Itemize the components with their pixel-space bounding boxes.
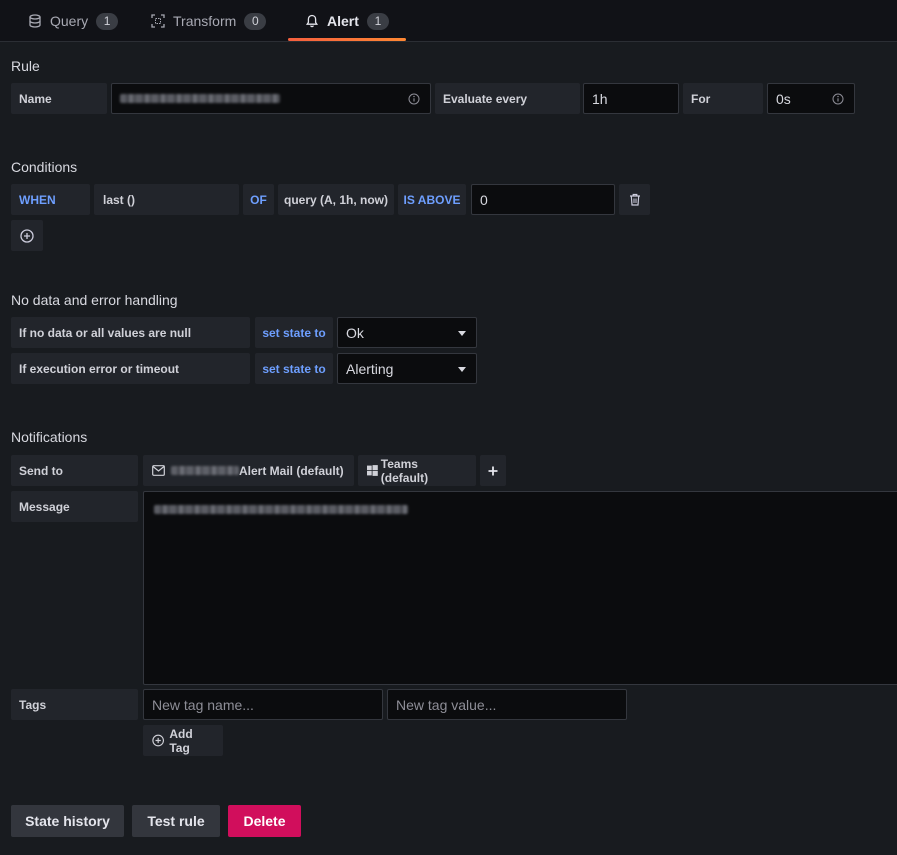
notifications-section-title: Notifications	[11, 429, 88, 445]
condition-reducer[interactable]: last ()	[94, 184, 239, 215]
bell-icon	[305, 14, 319, 28]
windows-icon	[367, 465, 378, 476]
delete-condition-button[interactable]	[619, 184, 650, 215]
mail-icon	[152, 465, 165, 476]
delete-button[interactable]: Delete	[228, 805, 301, 837]
exec-error-state-select[interactable]: Alerting	[337, 353, 477, 384]
plus-icon	[488, 466, 498, 475]
send-to-label: Send to	[11, 455, 138, 486]
tab-alert-label: Alert	[327, 13, 359, 29]
state-history-button[interactable]: State history	[11, 805, 124, 837]
redacted-rule-name	[120, 94, 280, 103]
tab-query-count: 1	[96, 12, 119, 30]
condition-of-keyword: OF	[243, 184, 274, 215]
for-input[interactable]: 0s	[767, 83, 855, 114]
evaluate-every-input[interactable]: 1h	[583, 83, 679, 114]
plus-circle-icon	[20, 228, 34, 243]
no-data-label: If no data or all values are null	[11, 317, 250, 348]
add-channel-button[interactable]	[480, 455, 506, 486]
conditions-section-title: Conditions	[11, 159, 78, 175]
active-tab-indicator	[288, 38, 406, 41]
condition-threshold-input[interactable]: 0	[471, 184, 615, 215]
plus-circle-icon	[152, 734, 165, 747]
redacted-channel-name	[171, 466, 239, 475]
tab-transform-label: Transform	[173, 13, 237, 29]
channel-teams[interactable]: Teams (default)	[358, 455, 476, 486]
database-icon	[28, 14, 42, 28]
rule-name-input[interactable]	[111, 83, 431, 114]
add-tag-button[interactable]: Add Tag	[143, 725, 223, 756]
test-rule-button[interactable]: Test rule	[132, 805, 220, 837]
channel-alert-mail[interactable]: Alert Mail (default)	[143, 455, 354, 486]
tag-value-input[interactable]: New tag value...	[387, 689, 627, 720]
tab-query[interactable]: Query 1	[28, 0, 119, 42]
exec-error-action: set state to	[255, 353, 333, 384]
redacted-message-text	[154, 505, 408, 514]
condition-query[interactable]: query (A, 1h, now)	[278, 184, 394, 215]
channel-alert-mail-label: Alert Mail (default)	[239, 463, 344, 478]
add-tag-label: Add Tag	[169, 726, 193, 755]
tab-alert[interactable]: Alert 1	[305, 0, 389, 42]
message-label: Message	[11, 491, 138, 522]
channel-teams-label: Teams (default)	[380, 456, 429, 485]
tab-query-label: Query	[50, 13, 89, 29]
exec-error-state-value: Alerting	[346, 360, 394, 377]
tab-transform[interactable]: Transform 0	[151, 0, 267, 42]
no-data-action: set state to	[255, 317, 333, 348]
tab-bar: Query 1 Transform 0 Alert 1	[0, 0, 897, 42]
caret-down-icon	[458, 331, 466, 336]
add-condition-button[interactable]	[11, 220, 43, 251]
for-value: 0s	[776, 90, 791, 107]
transform-icon	[151, 14, 165, 28]
message-textarea[interactable]	[143, 491, 897, 685]
no-data-state-value: Ok	[346, 324, 364, 341]
tab-transform-count: 0	[244, 12, 267, 30]
info-icon[interactable]	[408, 93, 420, 105]
exec-error-label: If execution error or timeout	[11, 353, 250, 384]
condition-when-keyword: WHEN	[11, 184, 90, 215]
evaluate-every-label: Evaluate every	[435, 83, 580, 114]
tags-label: Tags	[11, 689, 138, 720]
trash-icon	[629, 193, 640, 206]
for-label: For	[683, 83, 763, 114]
no-data-state-select[interactable]: Ok	[337, 317, 477, 348]
caret-down-icon	[458, 367, 466, 372]
alert-editor: Query 1 Transform 0 Alert 1 Rule Name Ev…	[0, 0, 897, 855]
condition-evaluator[interactable]: IS ABOVE	[398, 184, 466, 215]
rule-name-label: Name	[11, 83, 107, 114]
rule-section-title: Rule	[11, 58, 40, 74]
no-data-section-title: No data and error handling	[11, 292, 178, 308]
info-icon[interactable]	[832, 93, 844, 105]
tag-name-input[interactable]: New tag name...	[143, 689, 383, 720]
tab-alert-count: 1	[366, 12, 389, 30]
